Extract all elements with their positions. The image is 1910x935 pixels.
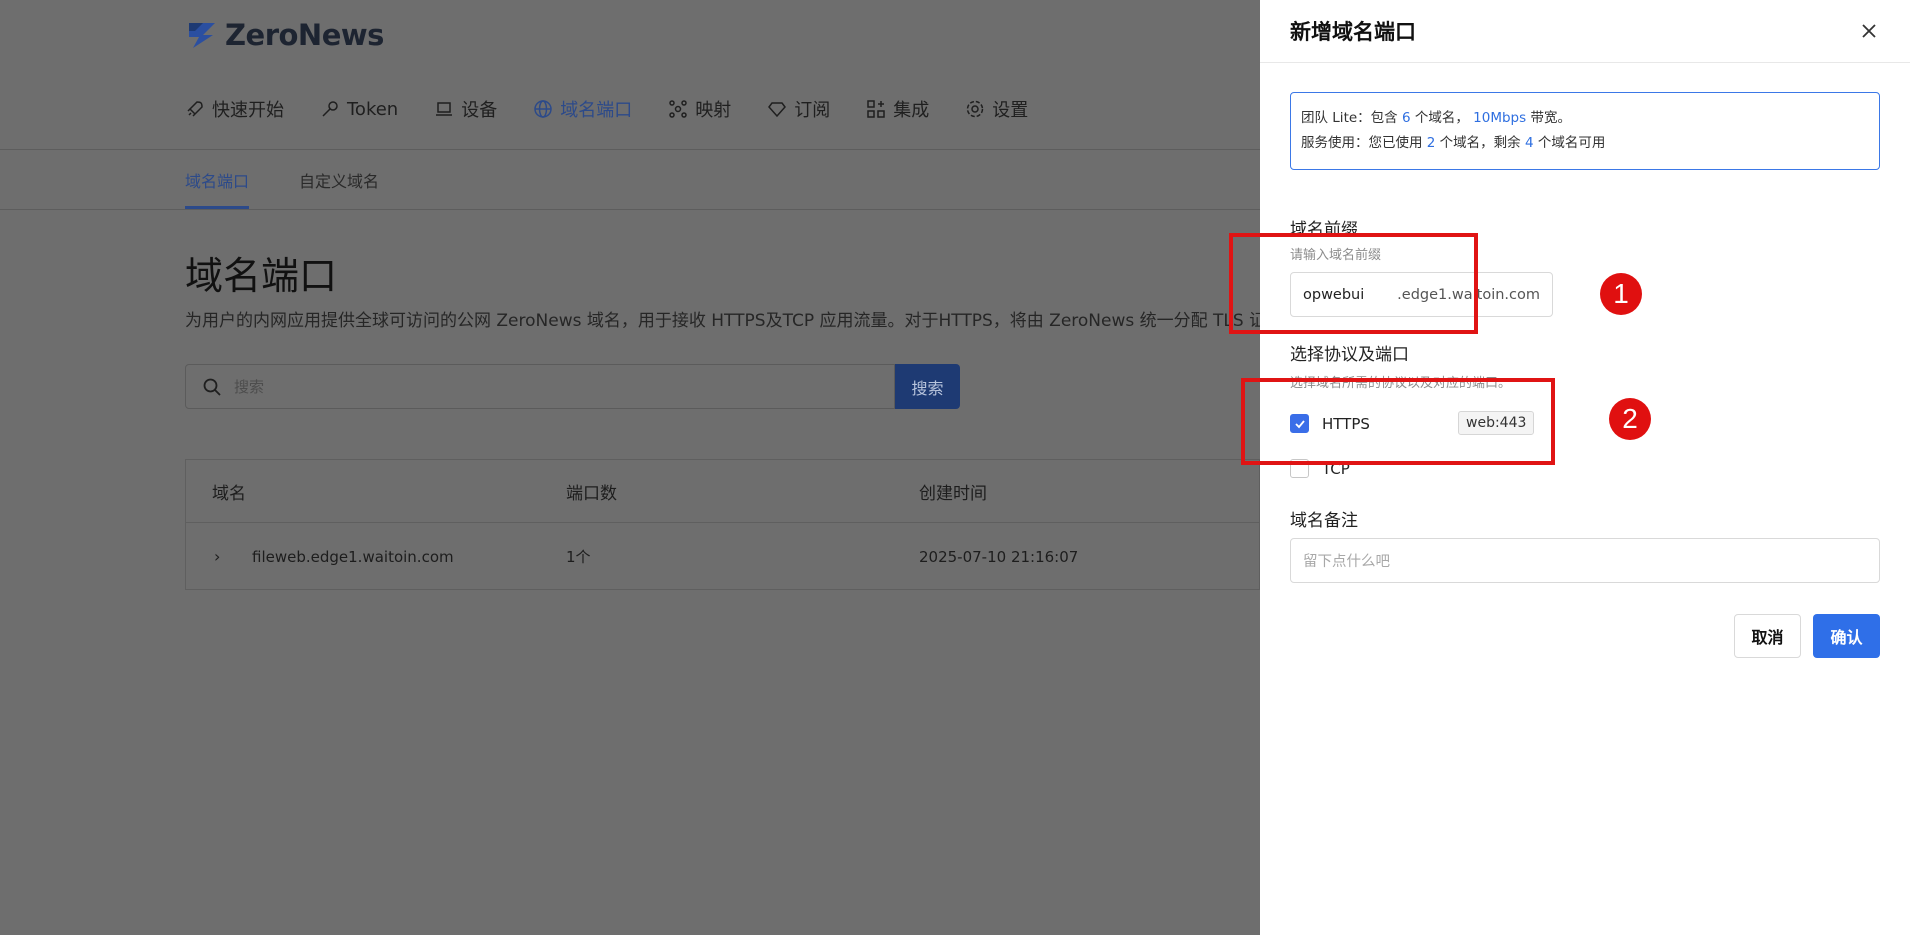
logo-text: ZeroNews <box>225 18 384 52</box>
network-icon <box>669 100 687 118</box>
tab-custom-domain[interactable]: 自定义域名 <box>299 168 379 209</box>
nav-item-settings[interactable]: 设置 <box>965 92 1028 126</box>
zeronews-logo[interactable]: ZeroNews <box>185 18 384 52</box>
page-description: 为用户的内网应用提供全球可访问的公网 ZeroNews 域名，用于接收 HTTP… <box>185 311 1260 331</box>
nav-item-quickstart[interactable]: 快速开始 <box>185 92 284 126</box>
laptop-icon <box>436 102 453 116</box>
cancel-button[interactable]: 取消 <box>1734 614 1801 658</box>
annotation-marker-1: 1 <box>1600 273 1642 315</box>
nav-label: 集成 <box>893 100 930 121</box>
remark-label: 域名备注 <box>1290 511 1358 531</box>
top-nav: 快速开始 Token 设备 域名端口 映射 订阅 集成 设置 <box>185 92 1064 126</box>
rocket-icon <box>187 101 203 117</box>
drawer-title: 新增域名端口 <box>1290 20 1416 44</box>
nav-item-mapping[interactable]: 映射 <box>668 92 731 126</box>
subtabs: 域名端口 自定义域名 <box>185 168 379 209</box>
search-placeholder: 搜索 <box>234 378 265 396</box>
nav-item-domain-ports[interactable]: 域名端口 <box>533 92 632 126</box>
tab-domain-ports[interactable]: 域名端口 <box>185 168 250 209</box>
cell-domain: fileweb.edge1.waitoin.com <box>252 547 454 566</box>
info-text: 带宽。 <box>1526 110 1571 126</box>
diamond-icon <box>768 102 787 118</box>
logo-icon <box>189 23 215 48</box>
domain-table: 域名 端口数 创建时间 › fileweb.edge1.waitoin.com … <box>185 459 1260 590</box>
remark-input[interactable]: 留下点什么吧 <box>1290 538 1880 583</box>
background-page: ZeroNews 快速开始 Token 设备 域名端口 映射 订阅 集成 设置 … <box>0 0 1260 935</box>
header-ports: 端口数 <box>566 483 617 504</box>
annotation-marker-2: 2 <box>1609 398 1651 440</box>
annotation-box-1 <box>1229 233 1478 334</box>
add-domain-drawer: 新增域名端口 团队 Lite：包含 6 个域名， 10Mbps 带宽。 服务使用… <box>1260 0 1910 935</box>
confirm-button[interactable]: 确认 <box>1813 614 1880 658</box>
subtab-divider <box>0 209 1260 210</box>
header-domain: 域名 <box>212 483 246 504</box>
info-remaining-count: 4 <box>1524 135 1534 151</box>
nav-label: 快速开始 <box>212 100 284 121</box>
key-icon <box>322 101 338 117</box>
search-input[interactable]: 搜索 <box>185 364 895 409</box>
plan-info-line1: 团队 Lite：包含 6 个域名， 10Mbps 带宽。 <box>1301 106 1869 131</box>
info-bandwidth: 10Mbps <box>1473 110 1527 126</box>
nav-label: 订阅 <box>794 100 831 121</box>
info-text: 个域名可用 <box>1533 135 1606 151</box>
info-text: 服务使用：您已使用 <box>1301 135 1427 151</box>
nav-label: 映射 <box>695 100 732 121</box>
info-text: 个域名， <box>1410 110 1474 126</box>
close-icon[interactable] <box>1858 20 1880 42</box>
cell-ports: 1个 <box>566 548 591 566</box>
apps-icon <box>867 100 885 118</box>
table-row[interactable]: › fileweb.edge1.waitoin.com 1个 2025-07-1… <box>186 523 1259 590</box>
nav-item-integration[interactable]: 集成 <box>866 92 929 126</box>
nav-item-token[interactable]: Token <box>320 92 398 126</box>
nav-label: 设备 <box>461 100 498 121</box>
page-title: 域名端口 <box>185 254 338 298</box>
nav-divider <box>0 149 1260 150</box>
info-domain-count: 6 <box>1401 110 1411 126</box>
nav-label: 设置 <box>992 100 1029 121</box>
plan-info-line2: 服务使用：您已使用 2 个域名，剩余 4 个域名可用 <box>1301 131 1869 156</box>
cell-created: 2025-07-10 21:16:07 <box>919 547 1079 566</box>
header-created: 创建时间 <box>919 483 987 504</box>
protocol-label: 选择协议及端口 <box>1290 345 1409 365</box>
drawer-header: 新增域名端口 <box>1260 0 1910 63</box>
chevron-right-icon[interactable]: › <box>214 547 220 566</box>
info-text: 个域名，剩余 <box>1435 135 1525 151</box>
info-text: 团队 Lite：包含 <box>1301 110 1402 126</box>
gear-icon <box>966 100 984 118</box>
search-icon <box>203 378 221 396</box>
table-header: 域名 端口数 创建时间 <box>186 460 1259 523</box>
nav-item-subscription[interactable]: 订阅 <box>767 92 830 126</box>
nav-label: Token <box>347 98 399 120</box>
nav-label: 域名端口 <box>560 100 633 121</box>
search-button[interactable]: 搜索 <box>895 364 960 409</box>
globe-icon <box>534 100 552 118</box>
annotation-box-2 <box>1241 378 1555 465</box>
nav-item-devices[interactable]: 设备 <box>434 92 497 126</box>
plan-info-box: 团队 Lite：包含 6 个域名， 10Mbps 带宽。 服务使用：您已使用 2… <box>1290 92 1880 170</box>
